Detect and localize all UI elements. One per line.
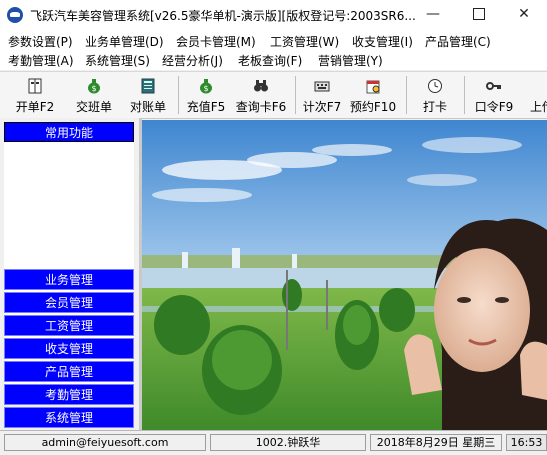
clock-icon bbox=[427, 78, 443, 94]
minimize-button[interactable]: — bbox=[410, 0, 456, 30]
clock-in-label: 打卡 bbox=[422, 100, 447, 114]
password-label: 口令F9 bbox=[474, 100, 514, 114]
menu-member-cards[interactable]: 会员卡管理(M) bbox=[176, 33, 256, 50]
menu-marketing[interactable]: 营销管理(Y) bbox=[318, 52, 383, 69]
menu-bar: 参数设置(P) 业务单管理(D) 会员卡管理(M) 工资管理(W) 收支管理(I… bbox=[0, 30, 547, 70]
cash-register-icon bbox=[27, 78, 43, 94]
appointment-label: 预约F10 bbox=[349, 100, 397, 114]
status-email: admin@feiyuesoft.com bbox=[4, 434, 206, 451]
money-bag-icon: $ bbox=[86, 78, 102, 94]
menu-analysis[interactable]: 经营分析(J) bbox=[162, 52, 223, 69]
key-icon bbox=[486, 78, 502, 94]
toolbar-separator bbox=[178, 76, 179, 114]
toolbar-separator bbox=[406, 76, 407, 114]
password-button[interactable]: 口令F9 bbox=[470, 74, 518, 116]
clock-in-button[interactable]: 打卡 bbox=[414, 74, 456, 116]
statement-button[interactable]: 对账单 bbox=[124, 74, 172, 116]
sidebar-item-products[interactable]: 产品管理 bbox=[4, 361, 134, 382]
sidebar-item-members[interactable]: 会员管理 bbox=[4, 292, 134, 313]
appointment-button[interactable]: 预约F10 bbox=[348, 74, 398, 116]
menu-system[interactable]: 系统管理(S) bbox=[85, 52, 150, 69]
sidebar-item-system[interactable]: 系统管理 bbox=[4, 407, 134, 428]
close-button[interactable]: ✕ bbox=[501, 0, 547, 30]
count-label: 计次F7 bbox=[302, 100, 342, 114]
status-date: 2018年8月29日 星期三 bbox=[370, 434, 502, 451]
shift-handover-button[interactable]: $ 交班单 bbox=[68, 74, 120, 116]
svg-text:$: $ bbox=[203, 84, 208, 93]
menu-business-orders[interactable]: 业务单管理(D) bbox=[85, 33, 164, 50]
recharge-button[interactable]: $ 充值F5 bbox=[183, 74, 229, 116]
sidebar-item-attendance[interactable]: 考勤管理 bbox=[4, 384, 134, 405]
open-order-label: 开单F2 bbox=[15, 100, 55, 114]
money-bag-icon: $ bbox=[198, 78, 214, 94]
upload-label: 上传 bbox=[530, 100, 547, 114]
sidebar-item-wages[interactable]: 工资管理 bbox=[4, 315, 134, 336]
ledger-icon bbox=[140, 78, 156, 94]
toolbar-separator bbox=[464, 76, 465, 114]
upload-icon bbox=[540, 78, 547, 94]
shift-handover-label: 交班单 bbox=[75, 100, 112, 114]
sidebar-item-income[interactable]: 收支管理 bbox=[4, 338, 134, 359]
main-background-image bbox=[142, 120, 547, 430]
menu-products[interactable]: 产品管理(C) bbox=[425, 33, 491, 50]
status-user: 1002.钟跃华 bbox=[210, 434, 366, 451]
landscape-picture bbox=[142, 120, 547, 430]
app-car-icon bbox=[7, 7, 23, 23]
menu-income-expense[interactable]: 收支管理(I) bbox=[352, 33, 413, 50]
sidebar-header[interactable]: 常用功能 bbox=[4, 122, 134, 142]
menu-wages[interactable]: 工资管理(W) bbox=[270, 33, 339, 50]
window-title: 飞跃汽车美容管理系统[v26.5豪华单机-演示版][版权登记号:2003SR6.… bbox=[30, 9, 416, 23]
title-bar: 飞跃汽车美容管理系统[v26.5豪华单机-演示版][版权登记号:2003SR6.… bbox=[0, 0, 547, 31]
query-card-button[interactable]: 查询卡F6 bbox=[232, 74, 290, 116]
recharge-label: 充值F5 bbox=[186, 100, 226, 114]
binoculars-icon bbox=[253, 78, 269, 94]
statement-label: 对账单 bbox=[129, 100, 166, 114]
maximize-button[interactable] bbox=[456, 0, 502, 30]
open-order-button[interactable]: 开单F2 bbox=[10, 74, 60, 116]
query-card-label: 查询卡F6 bbox=[235, 100, 287, 114]
keyboard-icon bbox=[314, 78, 330, 94]
menu-attendance[interactable]: 考勤管理(A) bbox=[8, 52, 74, 69]
status-time: 16:53 bbox=[506, 434, 547, 451]
sidebar: 常用功能 业务管理 会员管理 工资管理 收支管理 产品管理 考勤管理 系统管理 bbox=[0, 118, 139, 430]
status-bar: admin@feiyuesoft.com 1002.钟跃华 2018年8月29日… bbox=[0, 430, 547, 455]
upload-button[interactable]: 上传 bbox=[526, 74, 547, 116]
sidebar-item-business[interactable]: 业务管理 bbox=[4, 269, 134, 290]
menu-params[interactable]: 参数设置(P) bbox=[8, 33, 73, 50]
count-button[interactable]: 计次F7 bbox=[300, 74, 344, 116]
svg-text:$: $ bbox=[91, 84, 96, 93]
toolbar: 开单F2 $ 交班单 对账单 $ 充值F5 查询卡F6 计次F7 预约F10 打… bbox=[0, 71, 547, 119]
calendar-icon bbox=[365, 78, 381, 94]
menu-boss-query[interactable]: 老板查询(F) bbox=[238, 52, 302, 69]
toolbar-separator bbox=[295, 76, 296, 114]
